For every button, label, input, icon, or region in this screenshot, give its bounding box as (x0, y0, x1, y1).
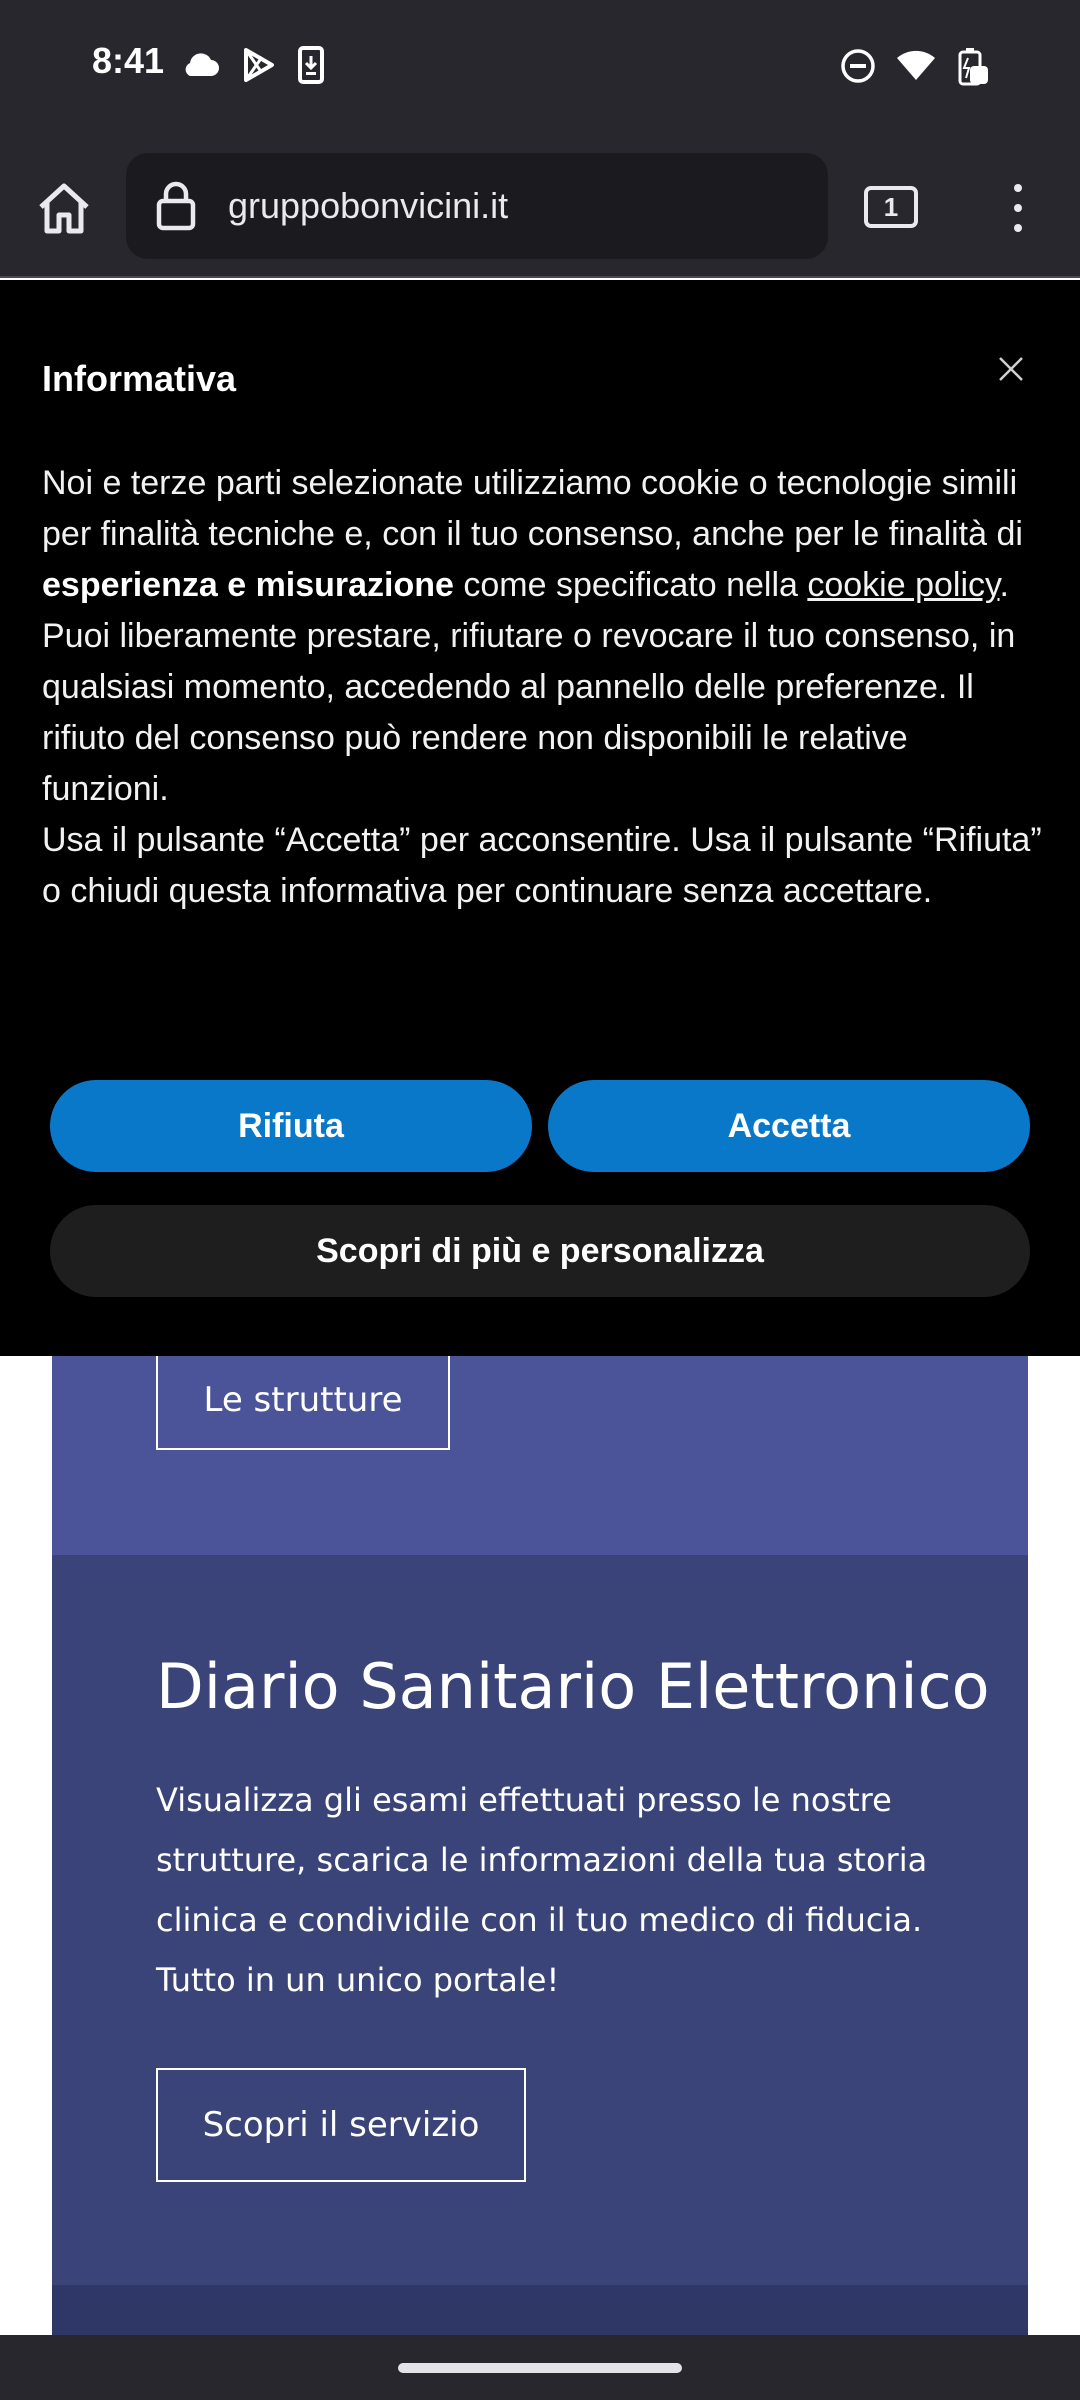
cookie-banner: Informativa Noi e terze parti selezionat… (0, 280, 1080, 1356)
home-button[interactable] (30, 174, 98, 242)
menu-dot-icon (1014, 184, 1022, 192)
reject-button[interactable]: Rifiuta (50, 1080, 532, 1172)
discover-service-button[interactable]: Scopri il servizio (156, 2068, 526, 2182)
banner-title: Informativa (42, 358, 237, 399)
status-time: 8:41 (92, 40, 165, 81)
tab-switcher-button[interactable]: 1 (864, 186, 918, 228)
close-icon (999, 357, 1023, 381)
banner-text: Noi e terze parti selezionate utilizziam… (42, 458, 1042, 917)
customize-button[interactable]: Scopri di più e personalizza (50, 1205, 1030, 1297)
cookie-policy-link[interactable]: cookie policy (807, 566, 999, 604)
structures-button[interactable]: Le strutture (156, 1350, 450, 1450)
battery-charging-icon (956, 46, 990, 91)
status-right-icons (840, 46, 990, 91)
phone-download-icon (298, 46, 324, 89)
next-section (52, 2285, 1028, 2335)
wifi-icon (896, 50, 936, 87)
browser-toolbar: gruppobonvicini.it 1 (0, 140, 1080, 278)
service-description: Visualizza gli esami effettuati presso l… (156, 1781, 928, 1999)
play-store-icon (242, 47, 276, 88)
home-gesture-handle[interactable] (398, 2363, 682, 2373)
accept-button[interactable]: Accetta (548, 1080, 1030, 1172)
service-title: Diario Sanitario Elettronico (156, 1650, 990, 1723)
address-bar[interactable]: gruppobonvicini.it (126, 153, 828, 259)
consent-paragraph-1: Noi e terze parti selezionate utilizziam… (42, 464, 1023, 604)
menu-dot-icon (1014, 224, 1022, 232)
menu-dot-icon (1014, 204, 1022, 212)
url-text: gruppobonvicini.it (228, 185, 509, 226)
close-button[interactable] (996, 354, 1026, 384)
cloud-icon (180, 50, 220, 85)
status-bar: 8:41 (0, 0, 1080, 140)
home-icon (39, 183, 89, 234)
lock-icon (154, 180, 198, 232)
do-not-disturb-icon (840, 48, 876, 89)
more-menu-button[interactable] (1000, 180, 1036, 236)
consent-paragraph-3: Usa il pulsante “Accetta” per acconsenti… (42, 821, 1042, 910)
status-left-icons (180, 46, 324, 89)
consent-paragraph-2: Puoi liberamente prestare, rifiutare o r… (42, 617, 1016, 808)
